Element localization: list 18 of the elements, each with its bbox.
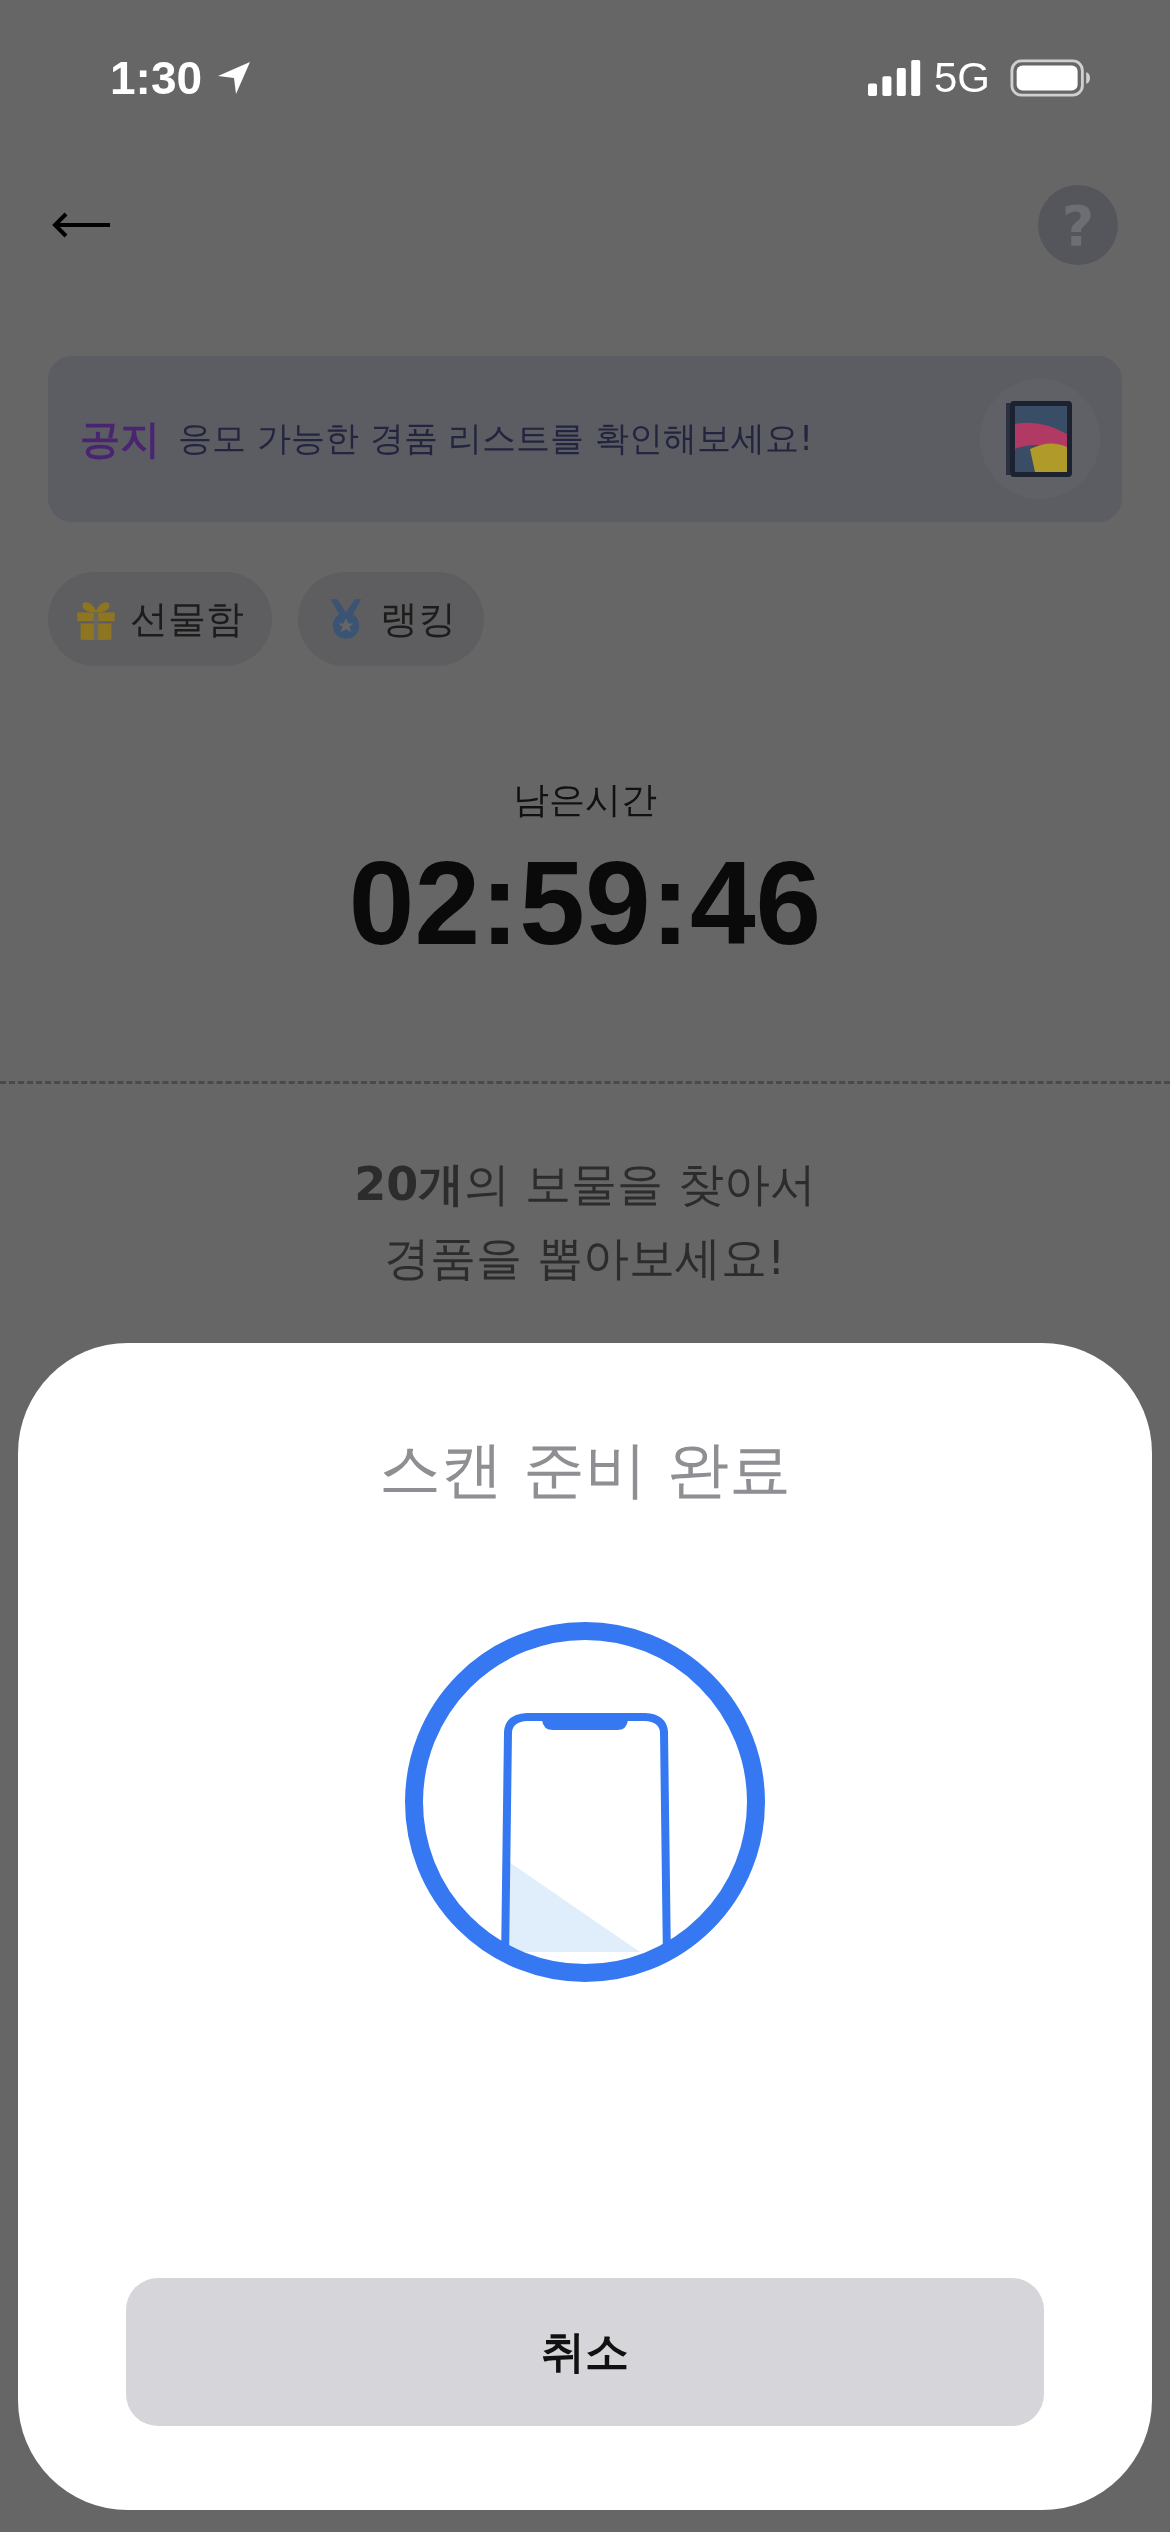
- cancel-button[interactable]: 취소: [126, 2278, 1044, 2426]
- battery-icon: [1010, 58, 1090, 98]
- timer-label: 남은시간: [513, 778, 657, 822]
- mission-text: 20개의 보물을 찾아서: [354, 1156, 816, 1213]
- notice-text: 응모 가능한 경품 리스트를 확인해보세요!: [178, 417, 814, 460]
- notice-banner[interactable]: 공지 응모 가능한 경품 리스트를 확인해보세요!: [48, 356, 1122, 522]
- signal-icon: [867, 60, 922, 96]
- phone-scan-icon: [405, 1622, 765, 1982]
- sheet-title: 스캔 준비 완료: [379, 1432, 791, 1508]
- network-label: 5G: [933, 54, 990, 102]
- back-arrow-icon[interactable]: [52, 210, 112, 240]
- chip-button[interactable]: 랭킹: [298, 572, 484, 666]
- mission-text: 경품을 뽑아보세요!: [384, 1230, 786, 1287]
- status-time: 1:30: [110, 51, 203, 105]
- countdown-timer: 02:59:46: [348, 836, 822, 971]
- chip-button[interactable]: 선물함: [48, 572, 272, 666]
- help-button[interactable]: ?: [1038, 185, 1118, 265]
- notice-label: 공지: [80, 414, 160, 464]
